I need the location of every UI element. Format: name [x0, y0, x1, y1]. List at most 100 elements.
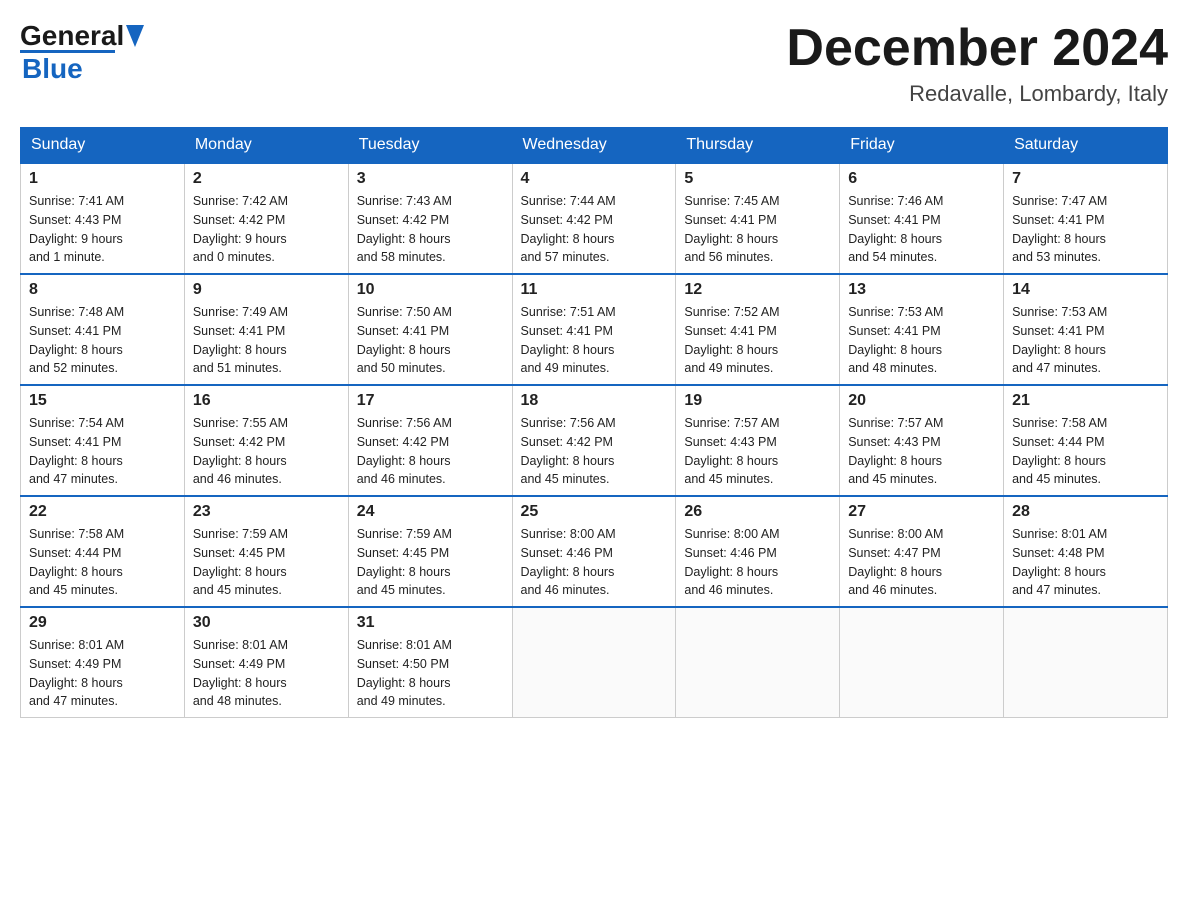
day-number: 20 — [848, 392, 995, 410]
day-info: Sunrise: 7:42 AM Sunset: 4:42 PM Dayligh… — [193, 192, 340, 267]
day-info: Sunrise: 7:57 AM Sunset: 4:43 PM Dayligh… — [684, 414, 831, 489]
calendar-cell: 8 Sunrise: 7:48 AM Sunset: 4:41 PM Daylig… — [21, 274, 185, 385]
day-info: Sunrise: 7:59 AM Sunset: 4:45 PM Dayligh… — [193, 525, 340, 600]
day-number: 10 — [357, 281, 504, 299]
calendar-cell: 20 Sunrise: 7:57 AM Sunset: 4:43 PM Dayli… — [840, 385, 1004, 496]
day-number: 27 — [848, 503, 995, 521]
day-info: Sunrise: 7:58 AM Sunset: 4:44 PM Dayligh… — [29, 525, 176, 600]
day-info: Sunrise: 8:01 AM Sunset: 4:49 PM Dayligh… — [29, 636, 176, 711]
logo-triangle-icon — [126, 25, 144, 47]
week-row-4: 22 Sunrise: 7:58 AM Sunset: 4:44 PM Dayli… — [21, 496, 1168, 607]
calendar-cell: 3 Sunrise: 7:43 AM Sunset: 4:42 PM Daylig… — [348, 163, 512, 274]
column-header-saturday: Saturday — [1004, 128, 1168, 164]
day-info: Sunrise: 7:43 AM Sunset: 4:42 PM Dayligh… — [357, 192, 504, 267]
calendar-cell: 27 Sunrise: 8:00 AM Sunset: 4:47 PM Dayli… — [840, 496, 1004, 607]
calendar-cell: 22 Sunrise: 7:58 AM Sunset: 4:44 PM Dayli… — [21, 496, 185, 607]
day-info: Sunrise: 8:01 AM Sunset: 4:48 PM Dayligh… — [1012, 525, 1159, 600]
day-number: 25 — [521, 503, 668, 521]
calendar-cell: 28 Sunrise: 8:01 AM Sunset: 4:48 PM Dayli… — [1004, 496, 1168, 607]
title-block: December 2024 Redavalle, Lombardy, Italy — [786, 20, 1168, 107]
day-number: 23 — [193, 503, 340, 521]
day-info: Sunrise: 8:00 AM Sunset: 4:47 PM Dayligh… — [848, 525, 995, 600]
day-number: 1 — [29, 170, 176, 188]
day-number: 15 — [29, 392, 176, 410]
calendar-cell: 9 Sunrise: 7:49 AM Sunset: 4:41 PM Daylig… — [184, 274, 348, 385]
calendar-cell: 16Sunrise: 7:55 AM Sunset: 4:42 PM Dayli… — [184, 385, 348, 496]
calendar-cell: 11 Sunrise: 7:51 AM Sunset: 4:41 PM Dayli… — [512, 274, 676, 385]
week-row-2: 8 Sunrise: 7:48 AM Sunset: 4:41 PM Daylig… — [21, 274, 1168, 385]
day-info: Sunrise: 7:59 AM Sunset: 4:45 PM Dayligh… — [357, 525, 504, 600]
calendar-cell: 2 Sunrise: 7:42 AM Sunset: 4:42 PM Daylig… — [184, 163, 348, 274]
column-header-friday: Friday — [840, 128, 1004, 164]
day-info: Sunrise: 7:46 AM Sunset: 4:41 PM Dayligh… — [848, 192, 995, 267]
day-number: 16 — [193, 392, 340, 410]
day-info: Sunrise: 7:50 AM Sunset: 4:41 PM Dayligh… — [357, 303, 504, 378]
calendar-header-row: SundayMondayTuesdayWednesdayThursdayFrid… — [21, 128, 1168, 164]
day-info: Sunrise: 7:52 AM Sunset: 4:41 PM Dayligh… — [684, 303, 831, 378]
week-row-3: 15 Sunrise: 7:54 AM Sunset: 4:41 PM Dayli… — [21, 385, 1168, 496]
calendar-cell: 6 Sunrise: 7:46 AM Sunset: 4:41 PM Daylig… — [840, 163, 1004, 274]
day-info: Sunrise: 7:47 AM Sunset: 4:41 PM Dayligh… — [1012, 192, 1159, 267]
day-info: Sunrise: 7:56 AM Sunset: 4:42 PM Dayligh… — [357, 414, 504, 489]
day-number: 8 — [29, 281, 176, 299]
calendar-cell: 7 Sunrise: 7:47 AM Sunset: 4:41 PM Daylig… — [1004, 163, 1168, 274]
column-header-sunday: Sunday — [21, 128, 185, 164]
month-title: December 2024 — [786, 20, 1168, 77]
day-info: Sunrise: 8:01 AM Sunset: 4:49 PM Dayligh… — [193, 636, 340, 711]
day-info: Sunrise: 7:58 AM Sunset: 4:44 PM Dayligh… — [1012, 414, 1159, 489]
day-info: Sunrise: 7:49 AM Sunset: 4:41 PM Dayligh… — [193, 303, 340, 378]
day-number: 24 — [357, 503, 504, 521]
day-info: Sunrise: 7:41 AM Sunset: 4:43 PM Dayligh… — [29, 192, 176, 267]
calendar-cell: 31Sunrise: 8:01 AM Sunset: 4:50 PM Dayli… — [348, 607, 512, 718]
calendar-cell: 5 Sunrise: 7:45 AM Sunset: 4:41 PM Daylig… — [676, 163, 840, 274]
location-title: Redavalle, Lombardy, Italy — [786, 81, 1168, 107]
page-header: General Blue December 2024 Redavalle, Lo… — [20, 20, 1168, 107]
day-number: 5 — [684, 170, 831, 188]
day-number: 6 — [848, 170, 995, 188]
day-number: 26 — [684, 503, 831, 521]
day-number: 14 — [1012, 281, 1159, 299]
day-number: 12 — [684, 281, 831, 299]
calendar-cell — [512, 607, 676, 718]
day-info: Sunrise: 7:53 AM Sunset: 4:41 PM Dayligh… — [1012, 303, 1159, 378]
day-number: 9 — [193, 281, 340, 299]
logo-blue: Blue — [22, 53, 83, 84]
calendar-cell: 1 Sunrise: 7:41 AM Sunset: 4:43 PM Daylig… — [21, 163, 185, 274]
day-number: 3 — [357, 170, 504, 188]
calendar-cell: 18Sunrise: 7:56 AM Sunset: 4:42 PM Dayli… — [512, 385, 676, 496]
calendar-cell: 25 Sunrise: 8:00 AM Sunset: 4:46 PM Dayli… — [512, 496, 676, 607]
column-header-wednesday: Wednesday — [512, 128, 676, 164]
day-info: Sunrise: 8:00 AM Sunset: 4:46 PM Dayligh… — [521, 525, 668, 600]
day-number: 22 — [29, 503, 176, 521]
day-number: 11 — [521, 281, 668, 299]
day-number: 19 — [684, 392, 831, 410]
day-number: 28 — [1012, 503, 1159, 521]
column-header-monday: Monday — [184, 128, 348, 164]
week-row-5: 29Sunrise: 8:01 AM Sunset: 4:49 PM Dayli… — [21, 607, 1168, 718]
logo: General Blue — [20, 20, 144, 85]
day-info: Sunrise: 7:51 AM Sunset: 4:41 PM Dayligh… — [521, 303, 668, 378]
calendar-cell: 21 Sunrise: 7:58 AM Sunset: 4:44 PM Dayli… — [1004, 385, 1168, 496]
calendar-cell: 19 Sunrise: 7:57 AM Sunset: 4:43 PM Dayli… — [676, 385, 840, 496]
day-number: 21 — [1012, 392, 1159, 410]
day-number: 18 — [521, 392, 668, 410]
day-info: Sunrise: 7:57 AM Sunset: 4:43 PM Dayligh… — [848, 414, 995, 489]
calendar-cell — [676, 607, 840, 718]
calendar-cell: 10 Sunrise: 7:50 AM Sunset: 4:41 PM Dayli… — [348, 274, 512, 385]
calendar-cell: 26Sunrise: 8:00 AM Sunset: 4:46 PM Dayli… — [676, 496, 840, 607]
day-number: 13 — [848, 281, 995, 299]
calendar-cell: 15 Sunrise: 7:54 AM Sunset: 4:41 PM Dayli… — [21, 385, 185, 496]
day-number: 2 — [193, 170, 340, 188]
day-info: Sunrise: 7:45 AM Sunset: 4:41 PM Dayligh… — [684, 192, 831, 267]
day-info: Sunrise: 8:01 AM Sunset: 4:50 PM Dayligh… — [357, 636, 504, 711]
calendar-cell: 13Sunrise: 7:53 AM Sunset: 4:41 PM Dayli… — [840, 274, 1004, 385]
day-info: Sunrise: 7:54 AM Sunset: 4:41 PM Dayligh… — [29, 414, 176, 489]
calendar-cell: 24 Sunrise: 7:59 AM Sunset: 4:45 PM Dayli… — [348, 496, 512, 607]
day-number: 7 — [1012, 170, 1159, 188]
calendar-cell — [1004, 607, 1168, 718]
week-row-1: 1 Sunrise: 7:41 AM Sunset: 4:43 PM Daylig… — [21, 163, 1168, 274]
day-number: 17 — [357, 392, 504, 410]
calendar-cell: 23 Sunrise: 7:59 AM Sunset: 4:45 PM Dayli… — [184, 496, 348, 607]
calendar-cell: 30Sunrise: 8:01 AM Sunset: 4:49 PM Dayli… — [184, 607, 348, 718]
day-info: Sunrise: 7:48 AM Sunset: 4:41 PM Dayligh… — [29, 303, 176, 378]
